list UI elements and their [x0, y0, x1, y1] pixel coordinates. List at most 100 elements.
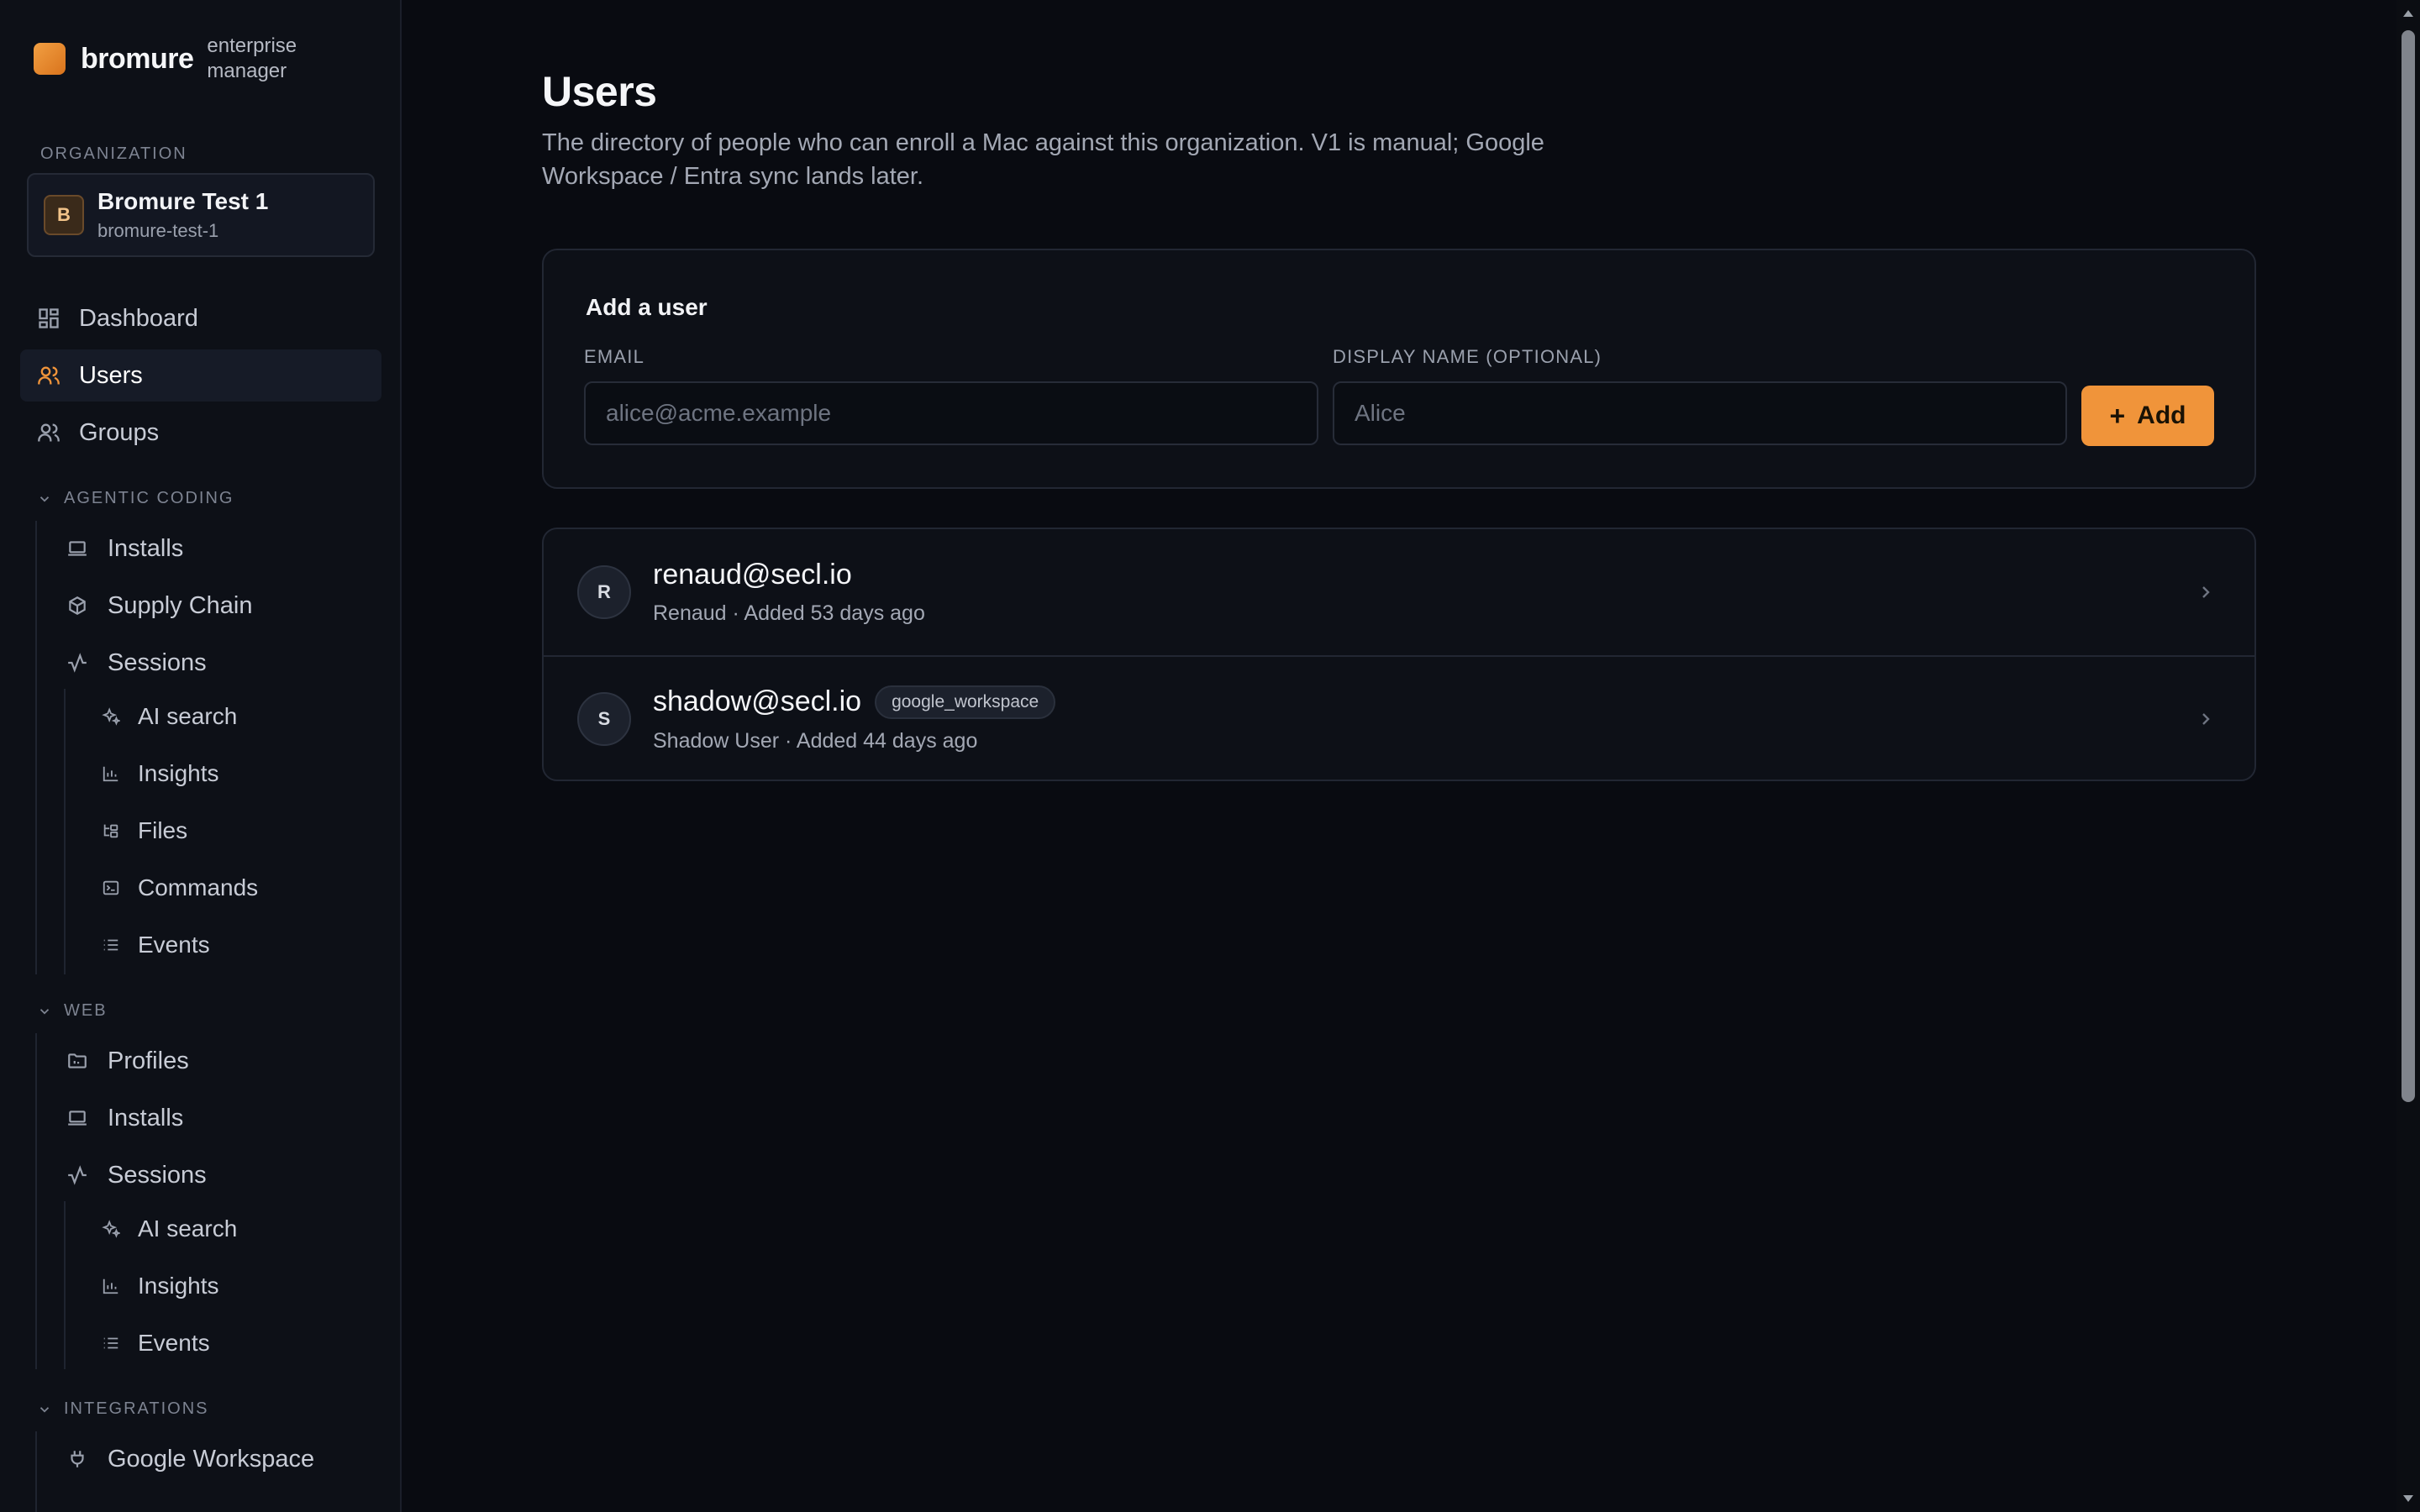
nav-item-web-insights[interactable]: Insights [99, 1262, 219, 1310]
nav-item-users[interactable]: Users [20, 349, 381, 402]
brand-name: bromure [81, 42, 194, 75]
nav-item-label: Groups [79, 418, 160, 446]
folder-icon [66, 1049, 89, 1073]
nav-item-dashboard[interactable]: Dashboard [20, 292, 381, 344]
nav-item-web-installs[interactable]: Installs [66, 1094, 183, 1142]
nav-item-label: Google Workspace [108, 1445, 315, 1473]
user-meta: Renaud · Added 53 days ago [653, 601, 925, 625]
activity-icon [66, 1163, 89, 1187]
nav-item-label: Profiles [108, 1047, 189, 1074]
nav-item-label: Dashboard [79, 304, 198, 332]
nav-item-label: Sessions [108, 648, 207, 676]
groups-icon [37, 421, 60, 444]
bar-chart-icon [99, 762, 123, 785]
nav-item-agentic-installs[interactable]: Installs [66, 524, 183, 573]
list-icon [99, 1331, 123, 1355]
email-label: EMAIL [584, 346, 645, 367]
nav-item-label: Supply Chain [108, 591, 253, 619]
nav-item-label: AI search [138, 703, 238, 729]
add-user-title: Add a user [586, 294, 708, 320]
section-integrations[interactable]: INTEGRATIONS [37, 1399, 209, 1419]
scroll-up-arrow-icon[interactable] [2403, 10, 2413, 17]
nav-item-web-ai-search[interactable]: AI search [99, 1205, 237, 1253]
nav-item-label: Events [138, 932, 210, 958]
laptop-icon [66, 1106, 89, 1130]
page-title: Users [542, 68, 657, 115]
plug-icon [66, 1447, 89, 1471]
bar-chart-icon [99, 1274, 123, 1298]
nav-item-web-sessions[interactable]: Sessions [66, 1151, 207, 1200]
nav-item-agentic-sessions[interactable]: Sessions [66, 638, 207, 687]
organization-avatar: B [44, 195, 84, 235]
activity-icon [66, 651, 89, 675]
nav-item-groups[interactable]: Groups [20, 407, 381, 459]
avatar: S [577, 692, 631, 746]
list-icon [99, 933, 123, 957]
section-title: AGENTIC CODING [64, 489, 234, 507]
brand-subtitle: enterprise manager [207, 34, 297, 82]
add-user-card: Add a user [542, 249, 2256, 489]
scrollbar-thumb[interactable] [2402, 30, 2415, 1102]
organization-switcher[interactable]: B Bromure Test 1 bromure-test-1 [27, 173, 375, 257]
tree-line [35, 1033, 37, 1369]
sparkles-icon [99, 705, 123, 728]
tree-line [64, 689, 66, 974]
nav-item-label: Users [79, 361, 143, 389]
nav-item-web-events[interactable]: Events [99, 1319, 210, 1368]
nav-item-label: Installs [108, 1104, 184, 1131]
user-email: renaud@secl.io [653, 559, 852, 591]
user-email: shadow@secl.io [653, 685, 862, 717]
nav-item-agentic-commands[interactable]: Commands [99, 864, 258, 912]
page-scrollbar[interactable] [2396, 0, 2420, 1512]
section-title: WEB [64, 1001, 108, 1020]
users-icon [37, 364, 60, 387]
add-button-label: Add [2137, 402, 2186, 429]
dashboard-icon [37, 307, 60, 330]
organization-slug: bromure-test-1 [97, 220, 219, 241]
organization-name: Bromure Test 1 [97, 188, 269, 214]
nav-item-label: Events [138, 1330, 210, 1356]
nav-item-agentic-insights[interactable]: Insights [99, 749, 219, 798]
organization-label: ORGANIZATION [40, 144, 187, 163]
brand[interactable]: bromure enterprise manager [34, 34, 316, 84]
nav-item-label: Insights [138, 1273, 219, 1299]
email-input[interactable] [584, 381, 1318, 445]
nav-item-label: Sessions [108, 1161, 207, 1189]
tree-line [64, 1201, 66, 1369]
scroll-down-arrow-icon[interactable] [2403, 1495, 2413, 1502]
sidebar: bromure enterprise manager ORGANIZATION … [0, 0, 402, 1512]
sparkles-icon [99, 1217, 123, 1241]
nav-item-agentic-files[interactable]: Files [99, 806, 187, 855]
nav-item-agentic-ai-search[interactable]: AI search [99, 692, 237, 741]
section-agentic-coding[interactable]: AGENTIC CODING [37, 489, 234, 508]
nav-item-supply-chain[interactable]: Supply Chain [66, 581, 253, 630]
user-list: R renaud@secl.io Renaud · Added 53 days … [542, 528, 2256, 781]
user-row[interactable]: S shadow@secl.io google_workspace Shadow… [544, 655, 2254, 780]
chevron-down-icon [39, 496, 50, 502]
tree-line [35, 521, 37, 974]
page-description: The directory of people who can enroll a… [542, 129, 1544, 190]
add-user-button[interactable]: + Add [2081, 386, 2214, 446]
nav-item-label: AI search [138, 1215, 238, 1242]
avatar: R [577, 565, 631, 619]
brand-logo-icon [34, 43, 66, 75]
nav-item-google-workspace[interactable]: Google Workspace [66, 1435, 314, 1483]
laptop-icon [66, 537, 89, 560]
user-meta: Shadow User · Added 44 days ago [653, 728, 978, 753]
nav-item-label: Insights [138, 760, 219, 786]
chevron-down-icon [39, 1406, 50, 1413]
display-name-input[interactable] [1333, 381, 2067, 445]
nav-item-web-profiles[interactable]: Profiles [66, 1037, 189, 1085]
nav-item-label: Installs [108, 534, 184, 562]
chevron-down-icon [39, 1008, 50, 1015]
nav-item-label: Commands [138, 874, 259, 900]
display-name-label: DISPLAY NAME (OPTIONAL) [1333, 346, 1602, 367]
user-row[interactable]: R renaud@secl.io Renaud · Added 53 days … [544, 529, 2254, 655]
terminal-icon [99, 876, 123, 900]
nav-item-agentic-events[interactable]: Events [99, 921, 210, 969]
source-badge: google_workspace [875, 685, 1056, 719]
package-icon [66, 594, 89, 617]
chevron-right-icon [2196, 709, 2216, 729]
tree-line [35, 1431, 37, 1512]
section-web[interactable]: WEB [37, 1001, 108, 1021]
